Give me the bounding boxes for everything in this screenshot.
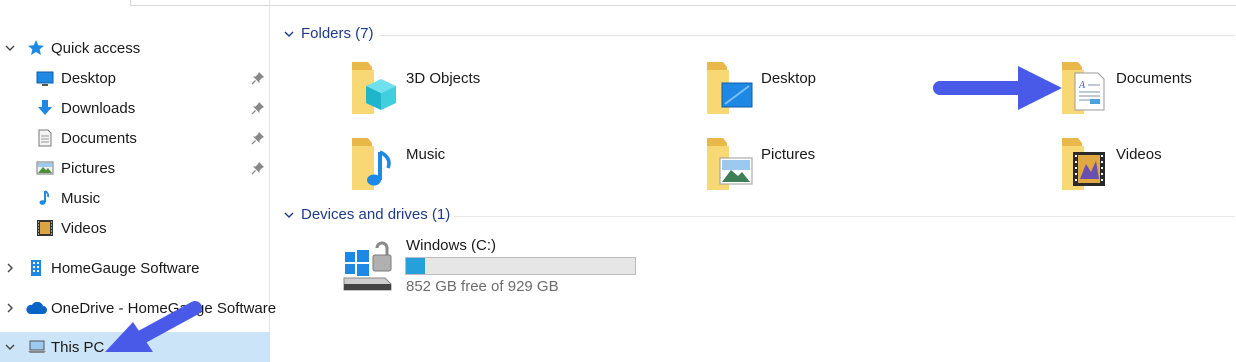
folder-tile-pictures[interactable]: Pictures bbox=[705, 134, 1045, 204]
folder-tile-music[interactable]: Music bbox=[350, 134, 690, 204]
folder-label: Pictures bbox=[761, 146, 816, 163]
nav-item-label: Desktop bbox=[61, 69, 117, 87]
chevron-down-icon[interactable] bbox=[4, 341, 16, 353]
pin-icon[interactable] bbox=[251, 71, 265, 85]
chevron-down-icon[interactable] bbox=[283, 28, 295, 40]
folder-label: 3D Objects bbox=[406, 70, 481, 87]
building-icon bbox=[27, 259, 45, 277]
folders-group-header[interactable]: Folders (7) bbox=[283, 25, 374, 42]
documents-folder-icon: A bbox=[1060, 58, 1116, 118]
pin-icon[interactable] bbox=[251, 161, 265, 175]
drive-free-space: 852 GB free of 929 GB bbox=[406, 278, 559, 295]
desktop-folder-icon bbox=[705, 58, 761, 118]
nav-item-label: Downloads bbox=[61, 99, 136, 117]
nav-item-label: HomeGauge Software bbox=[51, 259, 200, 277]
nav-item-videos[interactable]: Videos bbox=[0, 213, 270, 243]
download-arrow-icon bbox=[36, 99, 54, 117]
nav-item-onedrive[interactable]: OneDrive - HomeGauge Software bbox=[0, 293, 276, 323]
drives-group-header[interactable]: Devices and drives (1) bbox=[283, 206, 450, 223]
group-divider bbox=[454, 216, 1235, 217]
pin-icon[interactable] bbox=[251, 101, 265, 115]
folder-tile-3d-objects[interactable]: 3D Objects bbox=[350, 58, 690, 128]
folders-header-label: Folders (7) bbox=[301, 25, 374, 42]
nav-item-desktop[interactable]: Desktop bbox=[0, 63, 270, 93]
pin-icon[interactable] bbox=[251, 131, 265, 145]
chevron-right-icon[interactable] bbox=[4, 262, 16, 274]
nav-item-label: Quick access bbox=[51, 39, 141, 57]
music-folder-icon bbox=[350, 134, 406, 194]
nav-item-label: Music bbox=[61, 189, 101, 207]
nav-item-pictures[interactable]: Pictures bbox=[0, 153, 270, 183]
star-icon bbox=[27, 39, 45, 57]
nav-item-label: Documents bbox=[61, 129, 137, 147]
windows-drive-icon bbox=[341, 236, 397, 292]
svg-text:A: A bbox=[1078, 80, 1086, 91]
film-strip-icon bbox=[36, 219, 54, 237]
videos-folder-icon bbox=[1060, 134, 1116, 194]
folder-tile-desktop[interactable]: Desktop bbox=[705, 58, 1045, 128]
folder-label: Documents bbox=[1116, 70, 1192, 87]
chevron-down-icon[interactable] bbox=[283, 209, 295, 221]
folder-label: Desktop bbox=[761, 70, 817, 87]
content-pane: Folders (7) 3D Objects Desktop A Documen… bbox=[271, 0, 1236, 362]
drive-usage-bar bbox=[405, 257, 636, 275]
folder-tile-videos[interactable]: Videos bbox=[1060, 134, 1236, 204]
chevron-right-icon[interactable] bbox=[4, 302, 16, 314]
group-divider bbox=[379, 35, 1235, 36]
drives-header-label: Devices and drives (1) bbox=[301, 206, 451, 223]
pictures-folder-icon bbox=[705, 134, 761, 194]
drive-usage-fill bbox=[406, 258, 425, 274]
nav-item-documents[interactable]: Documents bbox=[0, 123, 270, 153]
nav-item-this-pc[interactable]: This PC bbox=[0, 332, 270, 362]
nav-item-homegauge-software[interactable]: HomeGauge Software bbox=[0, 253, 270, 283]
desktop-icon bbox=[36, 69, 54, 87]
nav-item-downloads[interactable]: Downloads bbox=[0, 93, 270, 123]
nav-item-label: OneDrive - HomeGauge Software bbox=[51, 299, 277, 317]
document-icon bbox=[36, 129, 54, 147]
folder-label: Music bbox=[406, 146, 446, 163]
folder-tile-documents[interactable]: A Documents bbox=[1060, 58, 1236, 128]
laptop-icon bbox=[27, 338, 47, 356]
drive-tile-windows-c[interactable]: Windows (C:) 852 GB free of 929 GB bbox=[341, 234, 661, 304]
nav-item-music[interactable]: Music bbox=[0, 183, 270, 213]
music-note-icon bbox=[36, 189, 54, 207]
nav-item-label: Videos bbox=[61, 219, 107, 237]
nav-item-label: Pictures bbox=[61, 159, 116, 177]
navigation-pane: Quick access Desktop Downloads Documents bbox=[0, 0, 276, 362]
cloud-icon bbox=[25, 299, 47, 317]
folder-label: Videos bbox=[1116, 146, 1162, 163]
drive-name: Windows (C:) bbox=[406, 237, 497, 254]
nav-item-label: This PC bbox=[51, 338, 105, 356]
nav-item-quick-access[interactable]: Quick access bbox=[0, 33, 270, 63]
chevron-down-icon[interactable] bbox=[4, 42, 16, 54]
3d-objects-folder-icon bbox=[350, 58, 406, 118]
pictures-icon bbox=[36, 159, 54, 177]
